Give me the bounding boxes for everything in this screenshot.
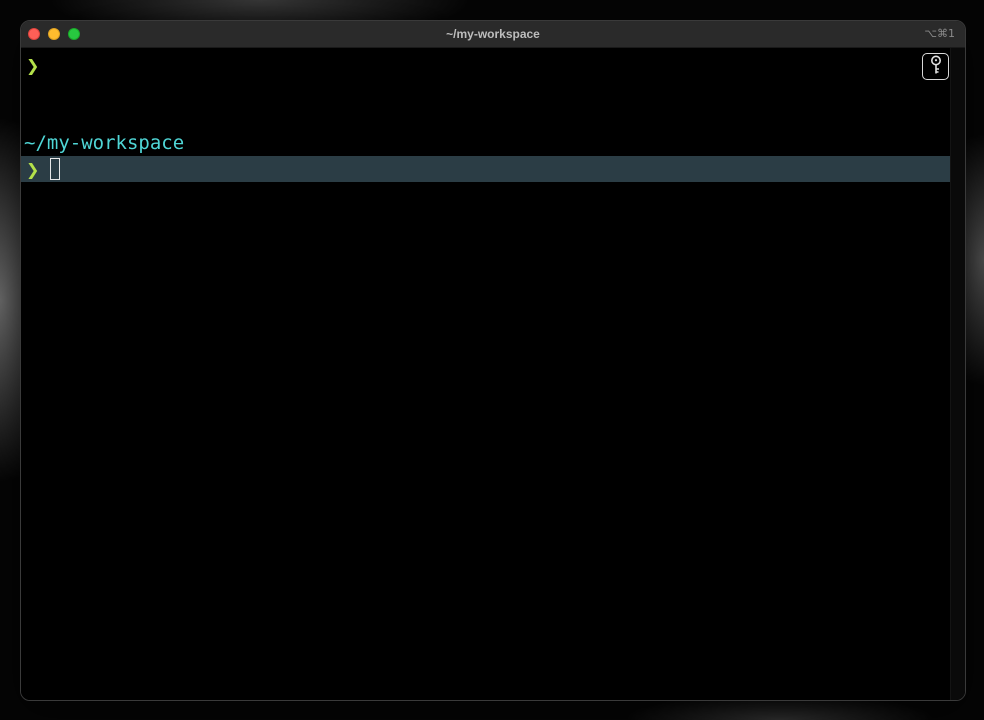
zoom-icon[interactable] [68,28,80,40]
active-prompt-line[interactable]: ❯ [21,156,951,182]
terminal-window: ~/my-workspace ⌥⌘1 ❯ ~/my-workspace ❯ [20,20,966,701]
tab-shortcut-label: ⌥⌘1 [924,27,955,40]
terminal-area[interactable]: ❯ ~/my-workspace ❯ [21,48,965,700]
close-icon[interactable] [28,28,40,40]
cwd-line: ~/my-workspace [24,132,185,154]
text-cursor[interactable] [50,158,60,180]
title-bar[interactable]: ~/my-workspace ⌥⌘1 [21,21,965,48]
minimize-icon[interactable] [48,28,60,40]
window-controls [21,28,80,40]
prompt-symbol: ❯ [26,159,40,179]
key-icon [929,55,943,79]
prompt-symbol: ❯ [26,55,40,75]
key-button[interactable] [922,53,949,80]
scrollbar[interactable] [950,48,965,700]
window-title: ~/my-workspace [446,27,540,41]
prompt-line: ❯ [21,52,951,78]
